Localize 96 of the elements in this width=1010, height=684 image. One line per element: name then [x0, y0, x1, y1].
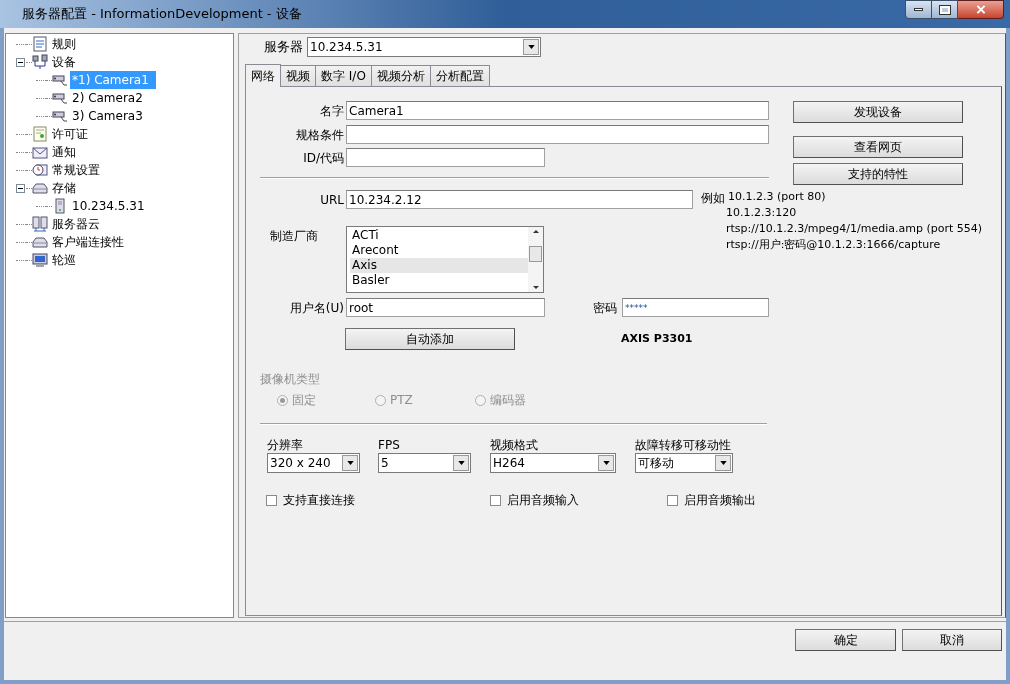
- web-page-button[interactable]: 查看网页: [793, 136, 963, 158]
- close-icon: [975, 5, 986, 14]
- radio-label: PTZ: [390, 392, 413, 409]
- collapse-toggle[interactable]: [16, 57, 25, 67]
- caret-icon: [715, 455, 731, 471]
- tree-item[interactable]: 存储: [50, 179, 78, 197]
- server-icon: [52, 198, 68, 214]
- drive-icon: [32, 234, 48, 250]
- dropdown[interactable]: 10.234.5.31: [307, 37, 541, 57]
- field-label: 密码: [593, 299, 618, 317]
- close-button[interactable]: [958, 0, 1004, 19]
- camera-icon: [52, 90, 68, 106]
- example-text: rtsp://10.1.2.3/mpeg4/1/media.amp (port 554): [726, 221, 983, 237]
- text-field[interactable]: root: [346, 298, 545, 317]
- tree-item[interactable]: 客户端连接性: [50, 233, 126, 251]
- text-field[interactable]: [346, 148, 545, 167]
- features-button[interactable]: 支持的特性: [793, 163, 963, 185]
- tree-item[interactable]: 轮巡: [50, 251, 78, 269]
- list-item[interactable]: Arecont: [350, 243, 528, 258]
- field-label: URL: [319, 191, 344, 209]
- scrollbar[interactable]: [528, 227, 543, 292]
- clock-icon: [32, 162, 48, 178]
- group-label: 摄像机类型: [260, 371, 320, 388]
- caret-icon: [523, 39, 539, 55]
- tab[interactable]: 网络: [245, 64, 281, 87]
- tree-item[interactable]: 2) Camera2: [70, 89, 145, 107]
- tree-item[interactable]: 规则: [50, 35, 78, 53]
- dropdown[interactable]: 320 x 240: [267, 453, 360, 473]
- tab[interactable]: 视频分析: [370, 65, 431, 86]
- tree-item[interactable]: 常规设置: [50, 161, 102, 179]
- document-icon: [32, 36, 48, 52]
- tree-item[interactable]: 服务器云: [50, 215, 102, 233]
- checkbox-label: 支持直接连接: [283, 492, 355, 509]
- scroll-up-icon[interactable]: [532, 230, 539, 233]
- field-label: 故障转移可移动性: [635, 438, 732, 453]
- tab[interactable]: 数字 I/O: [315, 65, 372, 86]
- scroll-thumb[interactable]: [529, 245, 542, 262]
- field-label: 用户名(U): [288, 299, 344, 317]
- drive-icon: [32, 180, 48, 196]
- certificate-icon: [32, 126, 48, 142]
- camera-model: AXIS P3301: [621, 330, 693, 347]
- tree-item[interactable]: 3) Camera3: [70, 107, 145, 125]
- network-icon: [32, 54, 48, 70]
- text-field[interactable]: [346, 125, 769, 144]
- tab[interactable]: 分析配置: [429, 65, 490, 86]
- tree-item[interactable]: 通知: [50, 143, 78, 161]
- tree-item[interactable]: 许可证: [50, 125, 90, 143]
- list-item[interactable]: Axis: [350, 258, 528, 273]
- field-label: 分辨率: [267, 438, 304, 453]
- field-label: 规格条件: [295, 126, 344, 144]
- example-text: 10.1.2.3 (port 80): [728, 189, 827, 205]
- envelope-icon: [32, 144, 48, 160]
- tree-item[interactable]: 设备: [50, 53, 78, 71]
- text-field[interactable]: 10.234.2.12: [346, 190, 693, 209]
- list-item[interactable]: ACTi: [350, 228, 528, 243]
- checkbox[interactable]: [490, 494, 501, 506]
- example-text: 10.1.2.3:120: [726, 205, 798, 221]
- maximize-button[interactable]: [932, 0, 958, 19]
- tree-item[interactable]: 10.234.5.31: [70, 197, 147, 215]
- field-label: 名字: [319, 102, 344, 120]
- window-title: 服务器配置 - InformationDevelopment - 设备: [22, 5, 302, 24]
- example-label: 例如: [701, 190, 725, 207]
- collapse-toggle[interactable]: [16, 183, 25, 193]
- dropdown[interactable]: 5: [378, 453, 471, 473]
- monitor-icon: [32, 252, 48, 268]
- password-field[interactable]: *****: [622, 298, 769, 317]
- field-label: 制造厂商: [269, 228, 319, 245]
- text-field[interactable]: Camera1: [346, 101, 769, 120]
- radio-label: 固定: [292, 392, 316, 409]
- camera-icon: [52, 108, 68, 124]
- field-label: ID/代码: [302, 149, 344, 167]
- servers-icon: [32, 216, 48, 232]
- cancel-button[interactable]: 取消: [902, 629, 1002, 651]
- field-label: 视频格式: [490, 438, 539, 453]
- ok-button[interactable]: 确定: [795, 629, 896, 651]
- tab[interactable]: 视频: [280, 65, 316, 86]
- radio-label: 编码器: [490, 392, 526, 409]
- dropdown[interactable]: H264: [490, 453, 616, 473]
- discover-button[interactable]: 发现设备: [793, 101, 963, 123]
- checkbox[interactable]: [266, 494, 277, 506]
- caret-icon: [598, 455, 614, 471]
- minimize-button[interactable]: [905, 0, 932, 19]
- caret-icon: [453, 455, 469, 471]
- auto-add-button[interactable]: 自动添加: [345, 328, 515, 350]
- field-label: 服务器: [263, 38, 304, 57]
- checkbox[interactable]: [667, 494, 678, 506]
- manufacturer-list[interactable]: ACTi Arecont Axis Basler: [346, 226, 544, 293]
- camera-icon: [52, 72, 68, 88]
- list-item[interactable]: Basler: [350, 273, 528, 288]
- scroll-down-icon[interactable]: [532, 286, 539, 289]
- example-text: rtsp://用户:密码@10.1.2.3:1666/capture: [726, 237, 942, 253]
- dropdown[interactable]: 可移动: [635, 453, 733, 473]
- field-label: FPS: [378, 438, 401, 453]
- checkbox-label: 启用音频输出: [684, 492, 756, 509]
- checkbox-label: 启用音频输入: [507, 492, 579, 509]
- caret-icon: [342, 455, 358, 471]
